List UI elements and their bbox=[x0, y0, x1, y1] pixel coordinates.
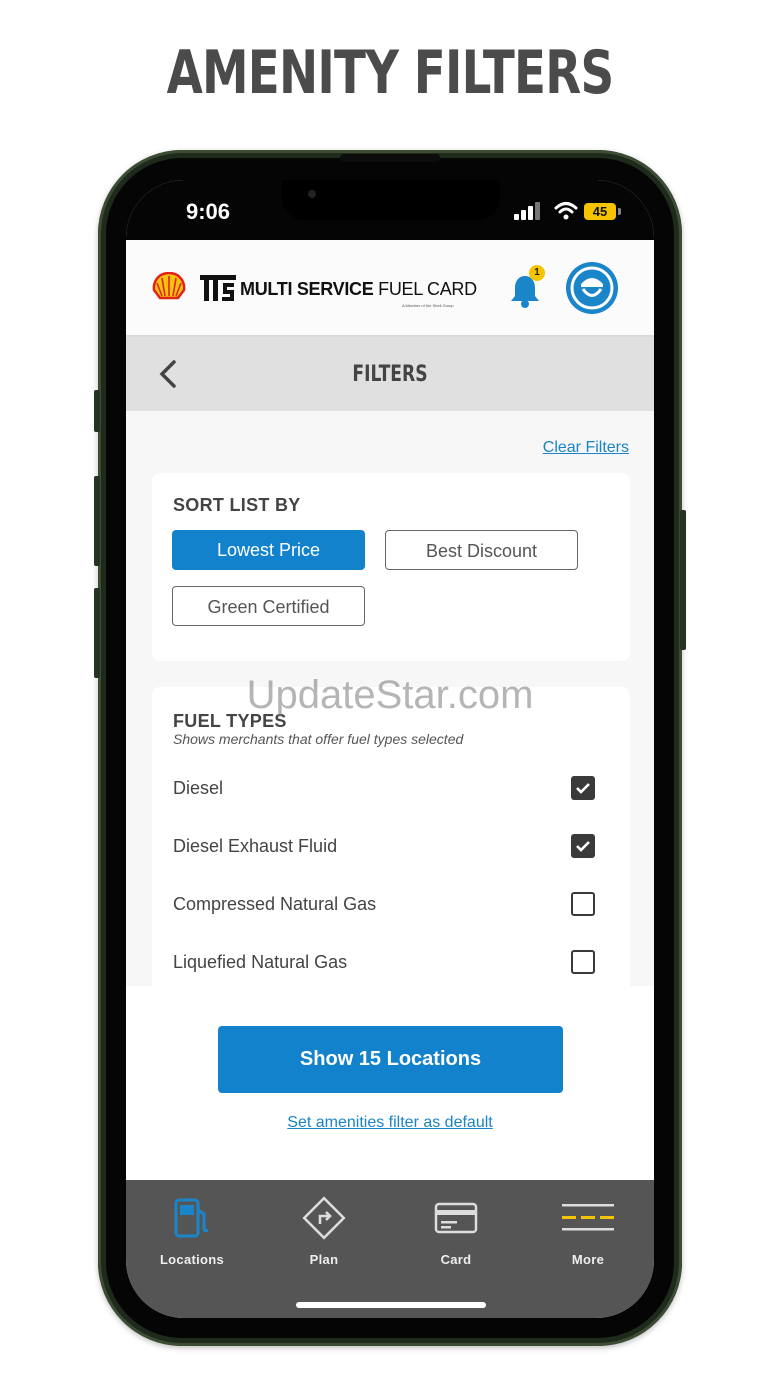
menu-icon bbox=[562, 1204, 614, 1231]
def-checkbox[interactable] bbox=[571, 834, 595, 858]
app-header: MULTI SERVICE FUEL CARD A Member of the … bbox=[126, 240, 654, 337]
status-time: 9:06 bbox=[186, 199, 231, 224]
status-bar: 9:06 45 bbox=[126, 180, 654, 240]
tab-card[interactable]: Card bbox=[390, 1180, 522, 1280]
fuel-label: Diesel bbox=[173, 778, 224, 798]
dynamic-island bbox=[282, 180, 500, 220]
route-sign-icon bbox=[302, 1196, 346, 1240]
set-default-filter-link[interactable]: Set amenities filter as default bbox=[126, 1114, 654, 1132]
driver-avatar-icon bbox=[570, 266, 614, 310]
fuel-row-diesel[interactable]: Diesel bbox=[173, 776, 603, 802]
shell-logo-icon bbox=[152, 272, 186, 300]
bottom-tab-bar: Locations Plan Card More bbox=[126, 1180, 654, 1318]
home-indicator[interactable] bbox=[296, 1302, 486, 1308]
diesel-checkbox[interactable] bbox=[571, 776, 595, 800]
tab-label: Card bbox=[440, 1252, 472, 1267]
volume-down-button bbox=[94, 588, 100, 678]
tab-plan[interactable]: Plan bbox=[258, 1180, 390, 1280]
power-button bbox=[680, 510, 686, 650]
filters-content: Clear Filters SORT LIST BY Lowest Price … bbox=[126, 411, 654, 997]
fuel-types-card: FUEL TYPES Shows merchants that offer fu… bbox=[152, 687, 630, 997]
filters-footer: Show 15 Locations Set amenities filter a… bbox=[126, 986, 654, 1180]
sort-best-discount-button[interactable]: Best Discount bbox=[385, 530, 578, 570]
cng-checkbox[interactable] bbox=[571, 892, 595, 916]
sort-green-certified-button[interactable]: Green Certified bbox=[172, 586, 365, 626]
sort-card: SORT LIST BY Lowest Price Best Discount … bbox=[152, 473, 630, 661]
checkmark-icon bbox=[576, 841, 590, 852]
checkmark-icon bbox=[576, 783, 590, 794]
phone-screen: 9:06 45 MULTI SERVICE FUEL CARD A Member… bbox=[126, 180, 654, 1318]
tab-label: Locations bbox=[159, 1252, 225, 1267]
profile-avatar[interactable] bbox=[566, 262, 618, 314]
battery-icon: 45 bbox=[584, 203, 616, 220]
tab-label: Plan bbox=[309, 1252, 339, 1267]
lng-checkbox[interactable] bbox=[571, 950, 595, 974]
filters-header: FILTERS bbox=[126, 337, 654, 411]
page-headline: AMENITY FILTERS bbox=[166, 38, 615, 108]
page-title: FILTERS bbox=[352, 362, 428, 387]
speaker-grille bbox=[340, 154, 440, 162]
fuel-row-def[interactable]: Diesel Exhaust Fluid bbox=[173, 834, 603, 860]
fuel-label: Compressed Natural Gas bbox=[173, 894, 377, 914]
fuel-row-lng[interactable]: Liquefied Natural Gas bbox=[173, 950, 603, 976]
show-locations-button[interactable]: Show 15 Locations bbox=[218, 1026, 563, 1093]
mute-switch bbox=[94, 390, 100, 432]
cellular-signal-icon bbox=[514, 202, 544, 220]
brand-tagline: A Member of the Shell Group bbox=[402, 303, 454, 308]
sort-title: SORT LIST BY bbox=[173, 495, 301, 515]
card-icon bbox=[434, 1202, 478, 1234]
ms-logo-icon bbox=[200, 275, 236, 301]
fuel-label: Diesel Exhaust Fluid bbox=[173, 836, 338, 856]
tab-locations[interactable]: Locations bbox=[126, 1180, 258, 1280]
clear-filters-link[interactable]: Clear Filters bbox=[543, 439, 629, 457]
fuel-pump-icon bbox=[174, 1198, 209, 1238]
fuel-types-title: FUEL TYPES bbox=[173, 711, 287, 731]
fuel-row-cng[interactable]: Compressed Natural Gas bbox=[173, 892, 603, 918]
tab-label: More bbox=[571, 1252, 605, 1267]
fuel-types-subtitle: Shows merchants that offer fuel types se… bbox=[173, 731, 464, 747]
brand-name: MULTI SERVICE FUEL CARD bbox=[240, 279, 477, 299]
volume-up-button bbox=[94, 476, 100, 566]
wifi-icon bbox=[554, 202, 578, 220]
sort-lowest-price-button[interactable]: Lowest Price bbox=[172, 530, 365, 570]
back-chevron-icon[interactable] bbox=[156, 359, 180, 389]
tab-more[interactable]: More bbox=[522, 1180, 654, 1280]
fuel-label: Liquefied Natural Gas bbox=[173, 952, 348, 972]
notification-badge: 1 bbox=[529, 265, 545, 281]
